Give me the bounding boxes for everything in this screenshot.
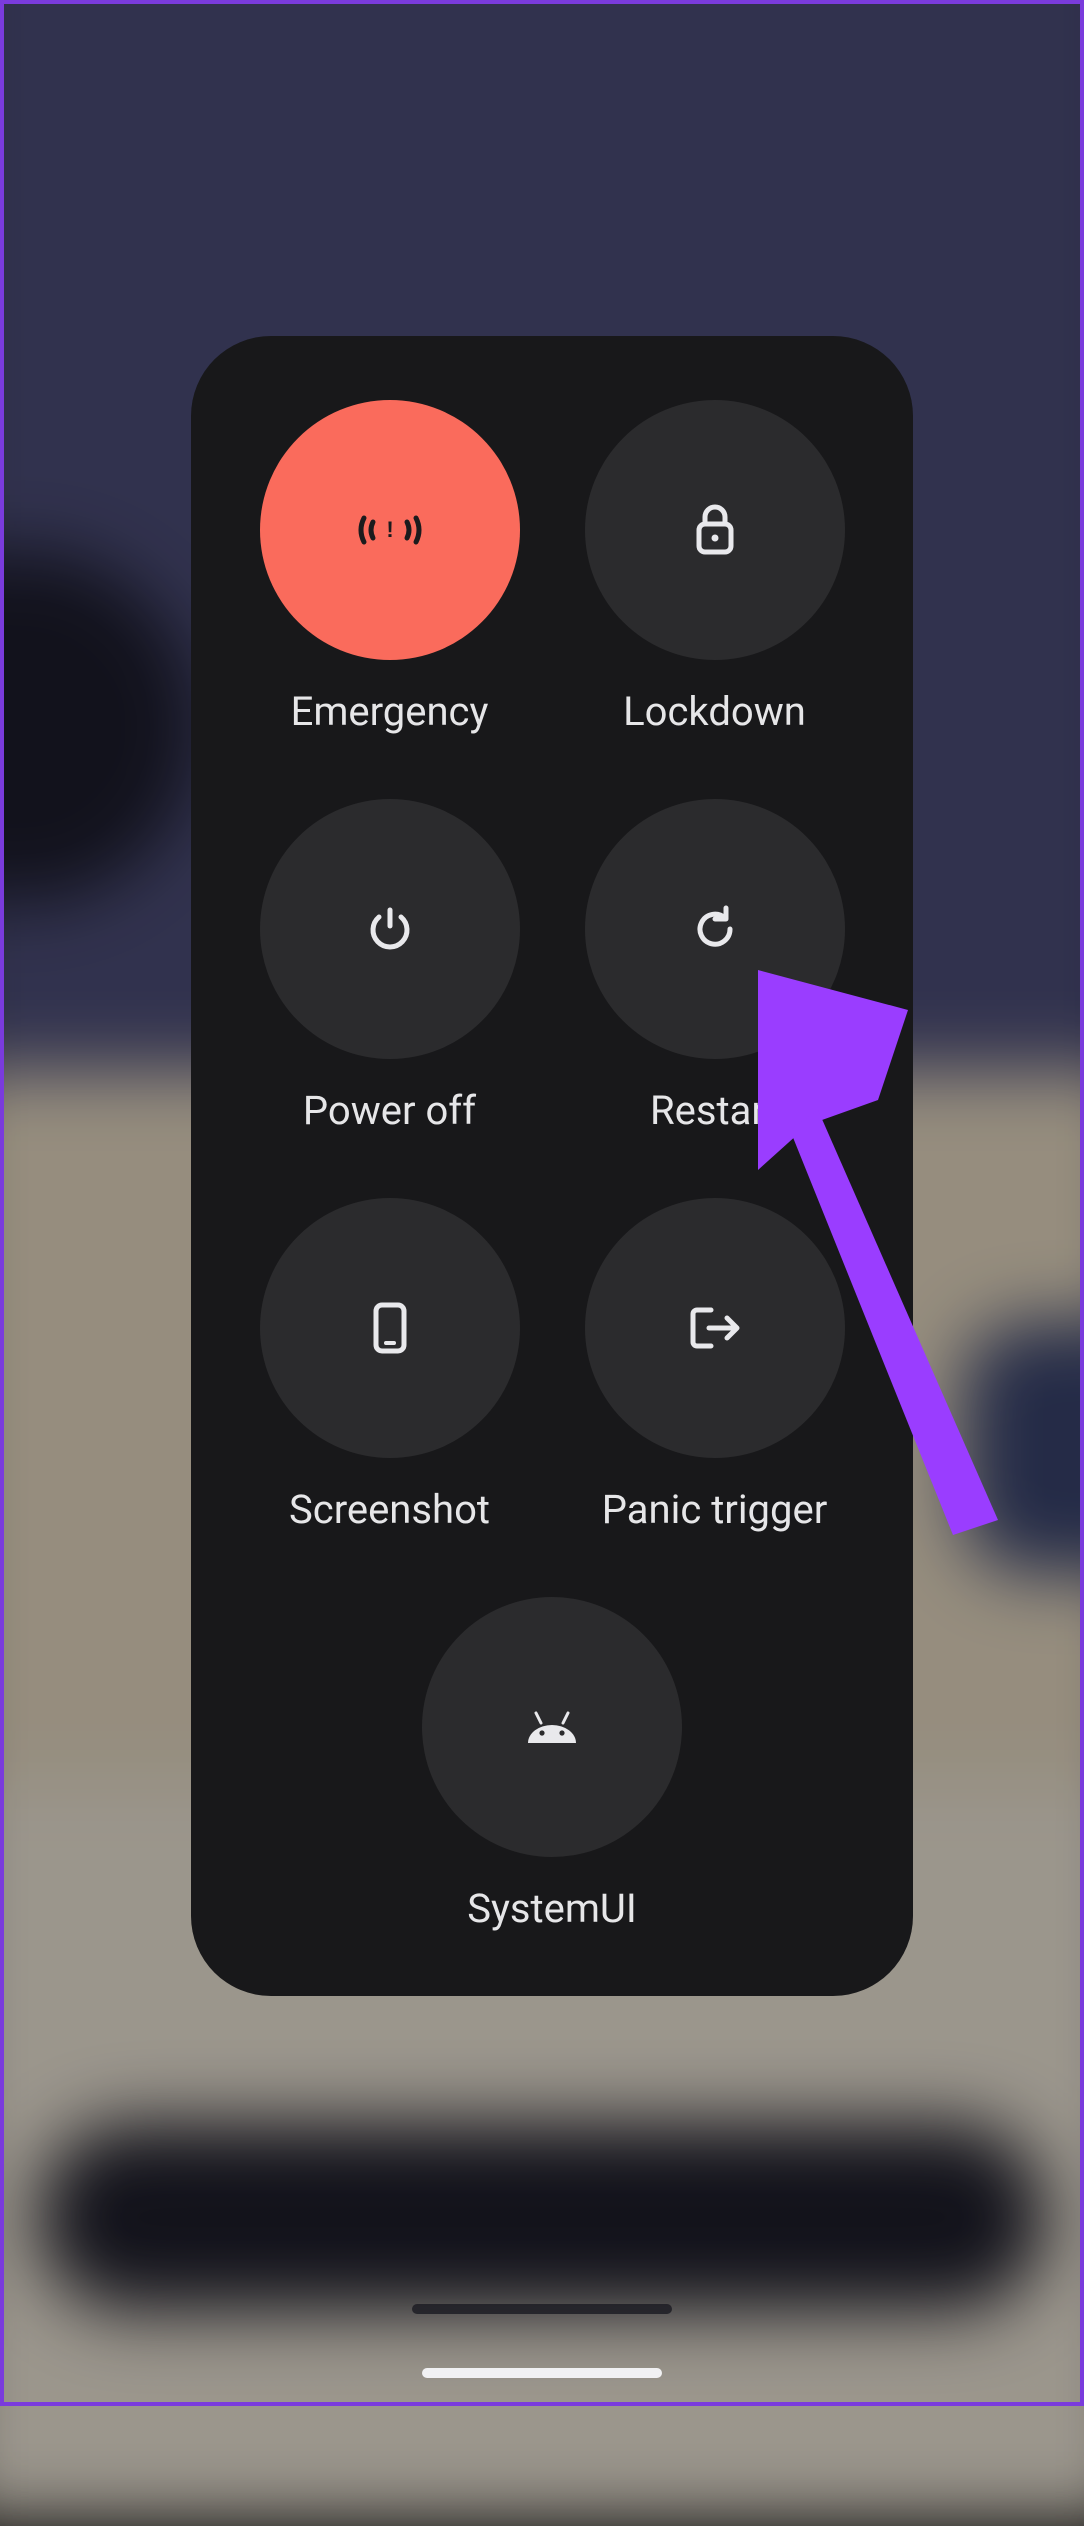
panictrigger-button[interactable] xyxy=(585,1198,845,1458)
bg-search-bar xyxy=(38,2124,1046,2311)
emergency-icon: ! xyxy=(355,510,425,550)
screenshot-label: Screenshot xyxy=(289,1486,490,1533)
poweroff-item: Power off xyxy=(227,799,552,1134)
lockdown-button[interactable] xyxy=(585,400,845,660)
screenshot-button[interactable] xyxy=(260,1198,520,1458)
screenshot-icon xyxy=(370,1300,410,1356)
poweroff-button[interactable] xyxy=(260,799,520,1059)
power-icon xyxy=(365,904,415,954)
lockdown-label: Lockdown xyxy=(623,688,806,735)
restart-item: Restart xyxy=(552,799,877,1134)
panictrigger-item: Panic trigger xyxy=(552,1198,877,1533)
restart-button[interactable] xyxy=(585,799,845,1059)
power-menu-panel: ! Emergency Lockdown xyxy=(191,336,913,1996)
gesture-bar[interactable] xyxy=(422,2368,662,2378)
lock-icon xyxy=(691,502,739,558)
svg-text:!: ! xyxy=(386,517,393,542)
emergency-item: ! Emergency xyxy=(227,400,552,735)
emergency-label: Emergency xyxy=(291,688,489,735)
screenshot-item: Screenshot xyxy=(227,1198,552,1533)
bg-clock-widget xyxy=(0,551,199,903)
systemui-label: SystemUI xyxy=(467,1885,637,1932)
poweroff-label: Power off xyxy=(303,1087,476,1134)
exit-icon xyxy=(687,1302,743,1354)
android-icon xyxy=(524,1709,580,1745)
lockdown-item: Lockdown xyxy=(552,400,877,735)
bg-app-icon xyxy=(962,1321,1084,1574)
systemui-item: SystemUI xyxy=(227,1597,877,1932)
panictrigger-label: Panic trigger xyxy=(602,1486,828,1533)
systemui-button[interactable] xyxy=(422,1597,682,1857)
restart-icon xyxy=(690,904,740,954)
restart-label: Restart xyxy=(650,1087,779,1134)
emergency-button[interactable]: ! xyxy=(260,400,520,660)
power-menu-grid: ! Emergency Lockdown xyxy=(227,400,877,1956)
gesture-bar-shadow xyxy=(412,2304,672,2314)
